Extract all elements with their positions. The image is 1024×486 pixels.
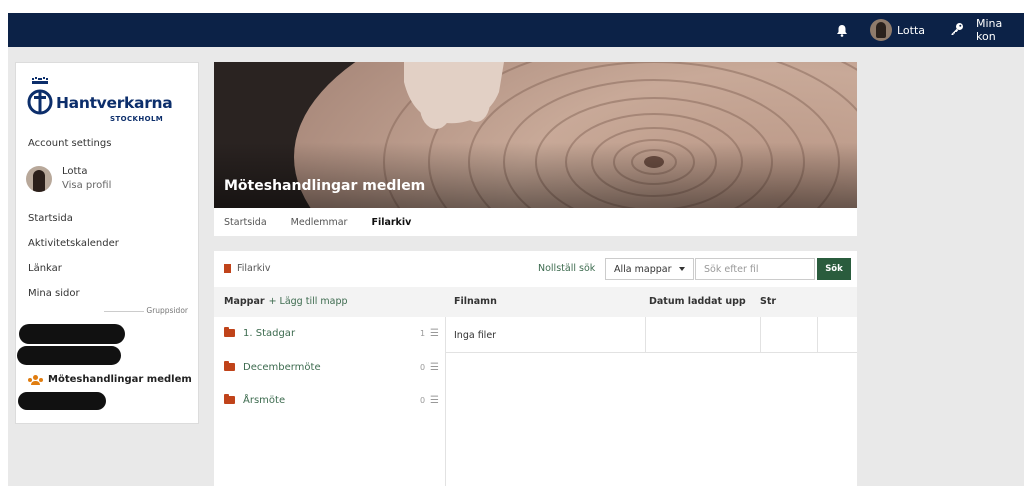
menu-icon[interactable]: ☰ xyxy=(430,328,439,339)
divider xyxy=(104,311,144,312)
folder-name: Årsmöte xyxy=(243,394,286,406)
folder-select-value: Alla mappar xyxy=(614,263,672,275)
group-pages-label: Gruppsidor xyxy=(146,306,188,315)
account-label: Mina kon xyxy=(976,17,1003,43)
window-frame-top xyxy=(0,0,1024,13)
tab-medlemmar[interactable]: Medlemmar xyxy=(291,217,348,228)
redacted-item xyxy=(18,392,106,410)
group-tabs: Startsida Medlemmar Filarkiv xyxy=(214,208,857,236)
sidebar-item-moteshandlingar[interactable]: Möteshandlingar medlem xyxy=(28,374,192,385)
top-navbar: Lotta Mina kon xyxy=(8,13,1024,47)
search-button[interactable]: Sök xyxy=(817,258,851,280)
user-menu[interactable]: Lotta xyxy=(870,13,925,47)
logo-subtext: STOCKHOLM xyxy=(110,115,164,123)
size-cell xyxy=(761,317,818,353)
folder-icon xyxy=(224,327,235,337)
sidebar-item-label: Möteshandlingar medlem xyxy=(48,374,192,385)
date-cell xyxy=(646,317,761,353)
crown-emblem-icon xyxy=(27,77,53,115)
menu-icon[interactable]: ☰ xyxy=(430,362,439,373)
folder-select[interactable]: Alla mappar xyxy=(605,258,694,280)
folder-count: 0 xyxy=(420,362,426,372)
folder-icon xyxy=(224,361,235,371)
chevron-down-icon xyxy=(679,267,685,271)
avatar xyxy=(870,19,892,41)
file-icon xyxy=(224,264,231,273)
sidebar: Hantverkarna STOCKHOLM Account settings … xyxy=(15,62,199,424)
user-name: Lotta xyxy=(897,23,926,37)
folder-icon xyxy=(224,394,235,404)
tab-startsida[interactable]: Startsida xyxy=(224,217,267,228)
filename-cell: Inga filer xyxy=(446,317,646,353)
table-row: Inga filer xyxy=(446,317,857,353)
tab-filarkiv[interactable]: Filarkiv xyxy=(371,217,411,228)
folder-item[interactable]: Decembermöte 0 ☰ xyxy=(224,357,439,377)
reset-search-link[interactable]: Nollställ sök xyxy=(538,263,595,274)
folder-name: 1. Stadgar xyxy=(243,327,296,339)
breadcrumb: Filarkiv xyxy=(224,263,271,274)
sidebar-profile[interactable]: Lotta Visa profil xyxy=(26,164,196,194)
file-toolbar: Filarkiv Nollställ sök Alla mappar Sök xyxy=(214,251,857,287)
menu-icon[interactable]: ☰ xyxy=(430,395,439,406)
folder-item[interactable]: 1. Stadgar 1 ☰ xyxy=(224,323,439,343)
account-menu[interactable]: Mina kon xyxy=(950,13,1024,47)
file-archive-panel: Filarkiv Nollställ sök Alla mappar Sök M… xyxy=(214,251,857,486)
logo[interactable]: Hantverkarna STOCKHOLM xyxy=(26,77,186,127)
date-header[interactable]: Datum laddat upp xyxy=(649,296,746,307)
redacted-item xyxy=(19,324,125,344)
account-settings-link[interactable]: Account settings xyxy=(28,138,111,149)
profile-name: Lotta xyxy=(62,166,88,177)
sidebar-item-startsida[interactable]: Startsida xyxy=(28,213,73,224)
empty-files-text: Inga filer xyxy=(454,330,497,341)
folders-header: Mappar + Lägg till mapp xyxy=(224,296,348,307)
group-banner: Möteshandlingar medlem xyxy=(214,62,857,208)
add-folder-link[interactable]: + Lägg till mapp xyxy=(269,296,348,307)
window-frame-left xyxy=(0,13,8,486)
key-icon xyxy=(950,22,964,39)
breadcrumb-label: Filarkiv xyxy=(237,263,271,274)
search-input[interactable] xyxy=(695,258,815,280)
group-icon xyxy=(28,374,43,385)
table-header: Mappar + Lägg till mapp Filnamn Datum lad… xyxy=(214,287,857,317)
logo-text: Hantverkarna xyxy=(56,94,173,112)
sidebar-item-lankar[interactable]: Länkar xyxy=(28,263,62,274)
bell-icon[interactable] xyxy=(834,13,850,47)
folder-count: 0 xyxy=(420,395,426,405)
folder-item[interactable]: Årsmöte 0 ☰ xyxy=(224,390,439,410)
redacted-item xyxy=(17,346,121,365)
page-title: Möteshandlingar medlem xyxy=(224,178,426,194)
filename-header[interactable]: Filnamn xyxy=(454,296,497,307)
view-profile-link[interactable]: Visa profil xyxy=(62,180,111,191)
sidebar-item-aktivitetskalender[interactable]: Aktivitetskalender xyxy=(28,238,119,249)
sidebar-item-mina-sidor[interactable]: Mina sidor xyxy=(28,288,80,299)
size-header[interactable]: Str xyxy=(760,296,776,307)
folder-name: Decembermöte xyxy=(243,361,321,373)
folder-count: 1 xyxy=(420,328,426,338)
avatar xyxy=(26,166,52,192)
